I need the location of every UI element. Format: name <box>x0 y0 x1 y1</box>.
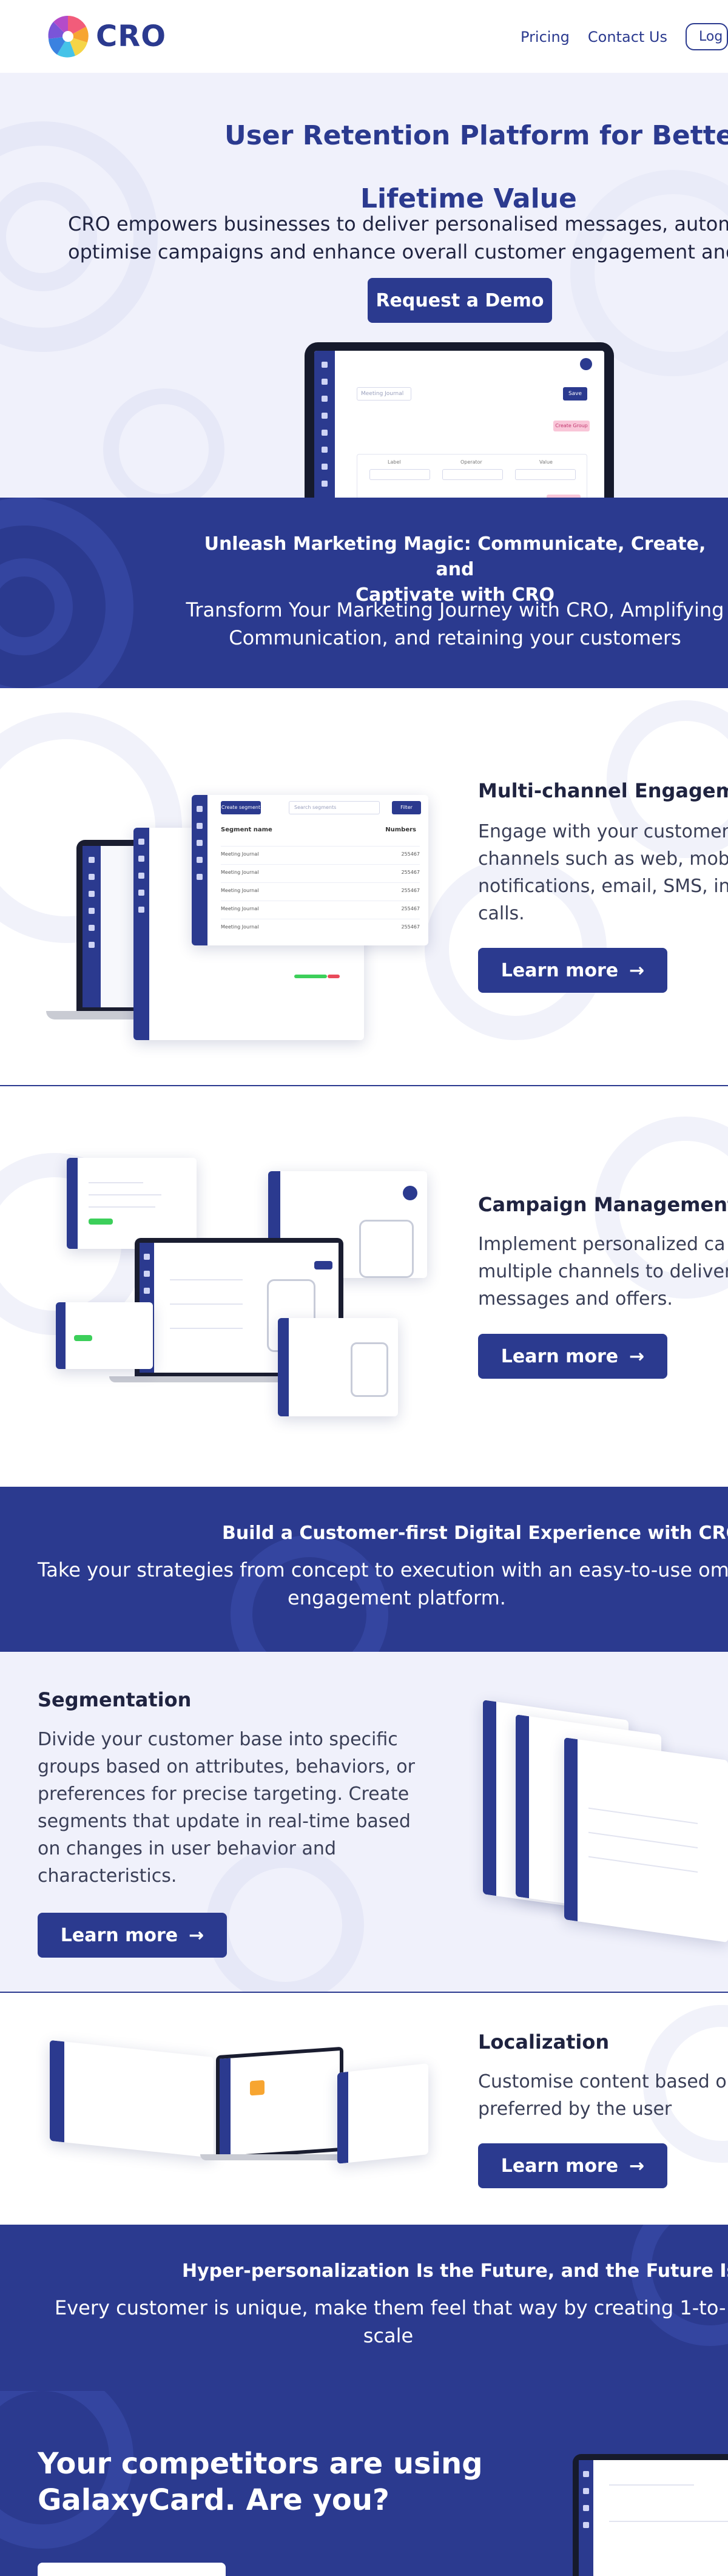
magic-banner-text: Transform Your Marketing Journey with CR… <box>182 596 728 652</box>
localization-title: Localization <box>478 2030 610 2054</box>
bottom-laptop-mockup <box>573 2454 728 2576</box>
mock-sidebar <box>314 351 335 498</box>
segment-table-mockup: Create segment Search segments Filter Se… <box>192 795 428 945</box>
campaign-learn-more-button[interactable]: Learn more → <box>478 1334 667 1379</box>
table-row: Meeting Journal 255467 <box>221 846 420 864</box>
mock-form-card <box>67 1158 197 1249</box>
mock-detail-card <box>278 1318 398 1416</box>
mock-create-segment: Create segment <box>221 801 261 814</box>
brand-name: CRO <box>96 19 166 53</box>
learn-more-label: Learn more <box>500 959 619 981</box>
localization-learn-more-button[interactable]: Learn more → <box>478 2143 667 2188</box>
brand-logo[interactable]: CRO <box>44 12 166 61</box>
mock-save-button: Save <box>563 387 587 401</box>
magic-banner: Unleash Marketing Magic: Communicate, Cr… <box>0 498 728 688</box>
main-nav: Pricing Contact Us Log <box>521 23 728 50</box>
mock-col-operator: Operator <box>460 459 482 465</box>
mock-tag: Create Group <box>553 421 590 431</box>
arrow-right-icon: → <box>629 959 645 981</box>
hero-dashboard-screen: Meeting Journal Save Create Group Label … <box>314 351 604 498</box>
hero-section: User Retention Platform for Better Lifet… <box>0 73 728 498</box>
hyper-banner-title: Hyper-personalization Is the Future, and… <box>182 2260 728 2282</box>
status-bar-red <box>328 975 340 978</box>
segmentation-title: Segmentation <box>38 1688 192 1711</box>
learn-more-label: Learn more <box>60 1924 178 1946</box>
hero-title-line1: User Retention Platform for Better <box>224 120 728 151</box>
multichannel-learn-more-button[interactable]: Learn more → <box>478 948 667 993</box>
login-button[interactable]: Log <box>686 23 728 50</box>
hero-subtitle-line2: optimise campaigns and enhance overall c… <box>68 240 728 263</box>
digital-banner-text: Take your strategies from concept to exe… <box>38 1558 728 1609</box>
digital-banner-title: Build a Customer-first Digital Experienc… <box>222 1523 728 1544</box>
hero-laptop-mockup: Meeting Journal Save Create Group Label … <box>305 342 614 498</box>
hyper-banner-text: Every customer is unique, make them feel… <box>55 2296 728 2347</box>
mock-filter-panel: Label Operator Value <box>357 454 587 498</box>
mock-col-value: Value <box>539 459 553 465</box>
table-row: Meeting Journal 255467 <box>221 919 420 937</box>
mock-login-card <box>56 1302 153 1369</box>
mock-locale-card-1 <box>50 2040 214 2158</box>
arrow-right-icon: → <box>629 1345 645 1367</box>
mock-col-label: Label <box>388 459 401 465</box>
mock-col-name: Segment name <box>221 827 272 833</box>
multichannel-section: Create segment Search segments Filter Se… <box>0 688 728 1085</box>
magic-banner-text-line2: Communication, and retaining your custom… <box>229 626 681 649</box>
nav-contact-link[interactable]: Contact Us <box>588 29 667 46</box>
multichannel-desc: Engage with your customer channels such … <box>478 821 728 924</box>
mock-filter: Filter <box>392 801 421 814</box>
competitors-section: Your competitors are using GalaxyCard. A… <box>0 2391 728 2576</box>
arrow-right-icon: → <box>189 1924 204 1946</box>
campaign-title: Campaign Management <box>478 1193 728 1216</box>
magic-banner-title-line1: Unleash Marketing Magic: Communicate, Cr… <box>204 533 706 580</box>
arrow-right-icon: → <box>629 2155 645 2177</box>
mock-col-numbers: Numbers <box>385 827 416 833</box>
table-row: Meeting Journal 255467 <box>221 864 420 882</box>
table-row: Meeting Journal 255467 <box>221 901 420 919</box>
segmentation-learn-more-button[interactable]: Learn more → <box>38 1913 227 1958</box>
hero-subtitle-line1: CRO empowers businesses to deliver perso… <box>68 212 728 235</box>
mock-search-field: Meeting Journal <box>357 387 411 401</box>
localization-section: Localization Customise content based o p… <box>0 1993 728 2225</box>
competitors-cta-button[interactable] <box>38 2563 226 2576</box>
campaign-section: Campaign Management Implement personaliz… <box>0 1086 728 1487</box>
mock-rows: Meeting Journal 255467 Meeting Journal 255… <box>221 846 420 937</box>
multichannel-title: Multi-channel Engagemen <box>478 779 728 802</box>
segmentation-desc: Divide your customer base into specific … <box>38 1729 415 1887</box>
magic-banner-text-line1: Transform Your Marketing Journey with CR… <box>186 598 724 621</box>
learn-more-label: Learn more <box>500 2155 619 2177</box>
mock-segment-card-3 <box>564 1737 728 1942</box>
logo-mark-icon <box>48 16 89 58</box>
mock-locale-card-2 <box>337 2063 428 2164</box>
status-bar-green <box>294 975 327 978</box>
digital-experience-banner: Build a Customer-first Digital Experienc… <box>0 1487 728 1652</box>
learn-more-label: Learn more <box>500 1345 619 1367</box>
segmentation-section: Segmentation Divide your customer base i… <box>0 1652 728 1993</box>
campaign-desc: Implement personalized ca multiple chann… <box>478 1234 728 1310</box>
localization-desc: Customise content based o preferred by t… <box>478 2071 727 2120</box>
mock-search: Search segments <box>289 801 380 814</box>
avatar <box>580 358 592 370</box>
request-demo-button[interactable]: Request a Demo <box>368 278 552 323</box>
nav-pricing-link[interactable]: Pricing <box>521 29 570 46</box>
localization-laptop <box>216 2046 343 2160</box>
table-row: Meeting Journal 255467 <box>221 882 420 901</box>
hero-subtitle: CRO empowers businesses to deliver perso… <box>68 210 728 266</box>
laptop-base <box>200 2154 358 2160</box>
hyper-personalization-banner: Hyper-personalization Is the Future, and… <box>0 2225 728 2391</box>
site-header: CRO Pricing Contact Us Log <box>0 0 728 73</box>
competitors-title: Your competitors are using GalaxyCard. A… <box>38 2447 483 2517</box>
